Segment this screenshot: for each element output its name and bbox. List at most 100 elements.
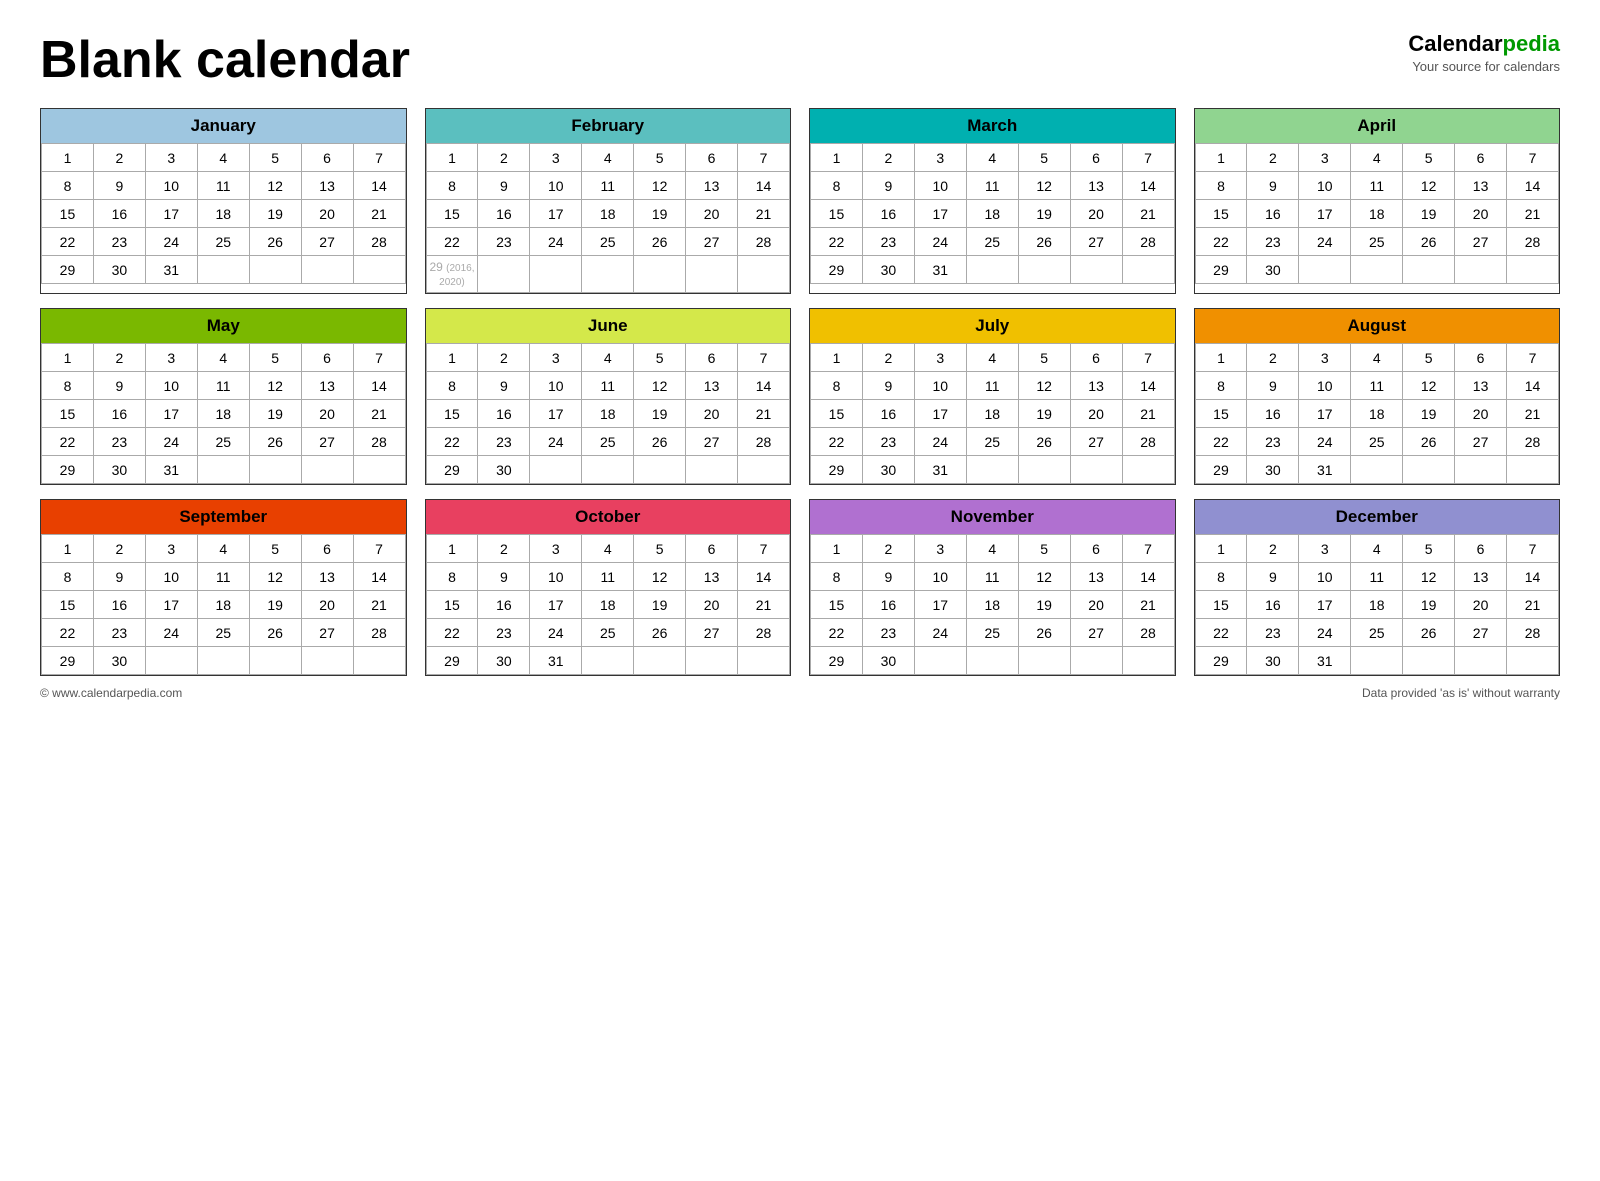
day-cell: 4 (582, 344, 634, 372)
day-cell (1122, 256, 1174, 284)
month-july: July123456789101112131415161718192021222… (809, 308, 1176, 485)
day-cell: 20 (301, 400, 353, 428)
table-row: 1234567 (426, 535, 790, 563)
brand-tagline: Your source for calendars (1408, 59, 1560, 76)
day-cell (738, 456, 790, 484)
day-cell: 16 (93, 200, 145, 228)
day-cell (353, 647, 405, 675)
header: Blank calendar Calendarpedia Your source… (40, 30, 1560, 90)
month-february: February12345678910111213141516171819202… (425, 108, 792, 294)
day-cell: 26 (1018, 428, 1070, 456)
day-cell: 3 (1299, 144, 1351, 172)
day-cell: 1 (1195, 144, 1247, 172)
day-cell (1403, 256, 1455, 284)
day-cell (197, 456, 249, 484)
day-cell: 11 (966, 172, 1018, 200)
day-cell: 26 (634, 228, 686, 256)
day-cell (1455, 647, 1507, 675)
day-cell: 5 (1018, 144, 1070, 172)
month-grid-november: 1234567891011121314151617181920212223242… (810, 534, 1175, 675)
day-cell: 20 (301, 200, 353, 228)
month-header-may: May (41, 309, 406, 343)
day-cell: 30 (93, 256, 145, 284)
day-cell: 23 (93, 428, 145, 456)
day-cell: 26 (1403, 428, 1455, 456)
day-cell: 29 (1195, 256, 1247, 284)
day-cell: 12 (634, 372, 686, 400)
day-cell: 20 (1455, 591, 1507, 619)
day-cell: 3 (530, 535, 582, 563)
day-cell: 15 (1195, 200, 1247, 228)
day-cell: 6 (1455, 144, 1507, 172)
day-cell: 25 (966, 428, 1018, 456)
day-cell: 13 (1455, 372, 1507, 400)
brand-cal: Calendar (1408, 31, 1502, 56)
month-may: May1234567891011121314151617181920212223… (40, 308, 407, 485)
day-cell: 8 (426, 563, 478, 591)
brand: Calendarpedia Your source for calendars (1408, 30, 1560, 75)
day-cell: 23 (1247, 228, 1299, 256)
day-cell: 4 (197, 535, 249, 563)
day-cell: 14 (1507, 563, 1559, 591)
day-cell: 20 (1455, 200, 1507, 228)
day-cell: 3 (145, 535, 197, 563)
day-cell: 3 (145, 144, 197, 172)
table-row: 22232425262728 (42, 228, 406, 256)
day-cell: 27 (1070, 428, 1122, 456)
day-cell: 21 (1122, 400, 1174, 428)
day-cell: 27 (686, 228, 738, 256)
day-cell: 22 (811, 228, 863, 256)
footer-left: © www.calendarpedia.com (40, 686, 182, 700)
day-cell: 5 (249, 535, 301, 563)
day-cell: 8 (1195, 563, 1247, 591)
day-cell: 10 (914, 172, 966, 200)
day-cell: 24 (1299, 228, 1351, 256)
table-row: 293031 (811, 456, 1175, 484)
table-row: 293031 (811, 256, 1175, 284)
day-cell: 15 (42, 591, 94, 619)
day-cell: 12 (634, 563, 686, 591)
day-cell: 4 (1351, 344, 1403, 372)
day-cell: 13 (1070, 563, 1122, 591)
day-cell: 24 (530, 228, 582, 256)
day-cell: 9 (93, 563, 145, 591)
day-cell: 15 (811, 400, 863, 428)
day-cell: 10 (1299, 563, 1351, 591)
table-row: 293031 (1195, 456, 1559, 484)
day-cell: 13 (1455, 172, 1507, 200)
day-cell (353, 456, 405, 484)
table-row: 293031 (1195, 647, 1559, 675)
day-cell: 18 (966, 591, 1018, 619)
day-cell: 7 (1507, 535, 1559, 563)
day-cell: 15 (1195, 591, 1247, 619)
day-cell: 22 (42, 619, 94, 647)
day-cell: 6 (301, 144, 353, 172)
day-cell (1070, 456, 1122, 484)
table-row: 2930 (426, 456, 790, 484)
day-cell: 7 (353, 535, 405, 563)
month-august: August1234567891011121314151617181920212… (1194, 308, 1561, 485)
day-cell (634, 647, 686, 675)
month-header-september: September (41, 500, 406, 534)
day-cell: 25 (582, 428, 634, 456)
day-cell: 13 (686, 563, 738, 591)
month-december: December12345678910111213141516171819202… (1194, 499, 1561, 676)
day-cell: 11 (1351, 372, 1403, 400)
day-cell: 21 (353, 591, 405, 619)
day-cell (1403, 647, 1455, 675)
table-row: 1234567 (426, 344, 790, 372)
day-cell: 15 (811, 200, 863, 228)
day-cell: 15 (426, 400, 478, 428)
day-cell: 10 (1299, 372, 1351, 400)
day-cell: 13 (1455, 563, 1507, 591)
day-cell: 5 (1403, 344, 1455, 372)
day-cell: 28 (738, 428, 790, 456)
page: Blank calendar Calendarpedia Your source… (0, 0, 1600, 720)
day-cell: 25 (1351, 228, 1403, 256)
day-cell: 30 (1247, 256, 1299, 284)
day-cell: 2 (478, 144, 530, 172)
table-row: 15161718192021 (1195, 591, 1559, 619)
day-cell (738, 256, 790, 293)
day-cell: 1 (42, 344, 94, 372)
day-cell: 7 (1122, 344, 1174, 372)
